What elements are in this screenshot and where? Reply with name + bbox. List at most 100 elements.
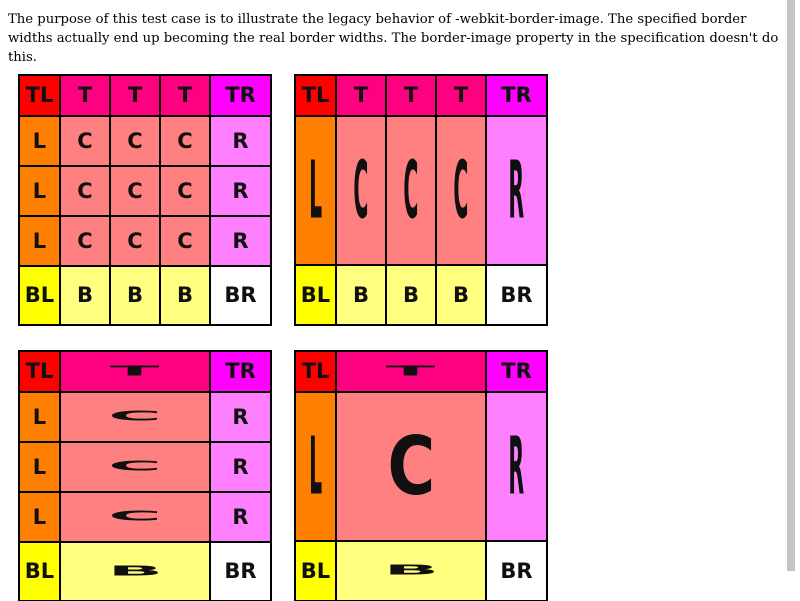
tile-center: C [336, 392, 486, 541]
tile-bottom-right: BR [210, 542, 271, 601]
tile-top-left: TL [19, 351, 60, 392]
tile-bottom-left: BL [295, 265, 336, 325]
tile-label: TR [225, 83, 256, 107]
tile-label: TR [501, 83, 532, 107]
tile-label: T [77, 83, 93, 107]
tile-center: C [160, 216, 210, 266]
tile-label: T [386, 363, 436, 379]
tile-top: T [436, 75, 486, 116]
tile-label: B [126, 283, 143, 307]
tile-label: C [127, 228, 143, 253]
tile-bottom-left: BL [19, 542, 60, 601]
tile-label: T [127, 83, 143, 107]
tile-top: T [386, 75, 436, 116]
tile-label: C [77, 128, 93, 153]
tile-label: L [32, 228, 47, 253]
tile-center: C [386, 116, 436, 265]
tile-label: BR [500, 282, 533, 307]
tile-label: B [352, 282, 369, 307]
tile-label: TL [25, 83, 54, 107]
tile-center: C [160, 116, 210, 166]
tile-label: B [176, 283, 193, 307]
tile-left: L [19, 492, 60, 542]
tile-right: R [210, 392, 271, 442]
tile-center: C [160, 166, 210, 216]
tile-bottom: B [110, 266, 160, 325]
tile-right: R [210, 216, 271, 266]
description-text: The purpose of this test case is to illu… [8, 12, 779, 65]
tile-center: C [436, 116, 486, 265]
tile-bottom: B [160, 266, 210, 325]
tile-right: R [210, 116, 271, 166]
tile-center: C [110, 166, 160, 216]
tile-label: R [508, 144, 525, 237]
tile-top-right: TR [210, 351, 271, 392]
tile-label: L [32, 178, 47, 203]
tile-label: R [232, 454, 249, 479]
tile-label: B [383, 563, 439, 579]
demo-stretch-stretch: TL T TR L C R BL B BR [294, 350, 548, 601]
tile-label: C [108, 509, 162, 525]
tile-left: L [19, 116, 60, 166]
tile-label: R [232, 178, 249, 203]
tile-label: C [127, 178, 143, 203]
tile-left: L [19, 216, 60, 266]
tile-label: L [32, 454, 47, 479]
tile-label: T [110, 363, 160, 379]
tile-label: T [177, 83, 193, 107]
tile-left: L [295, 116, 336, 265]
tile-label: C [77, 228, 93, 253]
tile-label: R [232, 128, 249, 153]
tile-label: BR [224, 283, 257, 307]
tile-label: T [403, 83, 419, 107]
tile-top-right: TR [486, 75, 547, 116]
tile-label: TL [301, 83, 330, 107]
tile-label: C [77, 178, 93, 203]
tile-label: BL [300, 558, 331, 583]
tile-center: C [60, 492, 210, 542]
tile-bottom-right: BR [486, 541, 547, 601]
tile-bottom-right: BR [210, 266, 271, 325]
tile-label: L [308, 144, 322, 237]
tile-bottom-left: BL [19, 266, 60, 325]
tile-label: T [453, 83, 469, 107]
vertical-scrollbar[interactable] [787, 0, 795, 571]
tile-label: TL [25, 359, 54, 383]
tile-center: C [60, 442, 210, 492]
tile-bottom: B [386, 265, 436, 325]
demo-repeat-stretch: TL T T T TR L C C C R BL B B B BR [294, 74, 548, 326]
tile-label: C [403, 144, 419, 237]
demo-repeat-repeat: TL T T T TR L C C C R L C C C R L C C C … [18, 74, 272, 326]
tile-label: C [387, 420, 435, 513]
tile-top: T [60, 351, 210, 392]
tile-center: C [60, 166, 110, 216]
tile-top: T [160, 75, 210, 116]
tile-label: C [353, 144, 369, 237]
tile-label: TR [225, 359, 256, 383]
tile-label: L [308, 420, 322, 513]
tile-label: C [177, 228, 193, 253]
tile-left: L [19, 442, 60, 492]
tile-label: TR [501, 359, 532, 383]
tile-top-left: TL [295, 75, 336, 116]
tile-top-left: TL [295, 351, 336, 392]
tile-label: C [108, 409, 162, 425]
tile-label: TL [301, 359, 330, 383]
tile-right: R [486, 392, 547, 541]
tile-label: B [402, 282, 419, 307]
tile-left: L [295, 392, 336, 541]
tile-center: C [60, 116, 110, 166]
tile-right: R [210, 166, 271, 216]
tile-bottom: B [60, 266, 110, 325]
tile-label: L [32, 404, 47, 429]
tile-label: R [232, 504, 249, 529]
tile-label: C [127, 128, 143, 153]
demo-stretch-repeat: TL T TR L C R L C R L C R BL B BR [18, 350, 272, 601]
tile-label: BL [24, 283, 55, 307]
tile-left: L [19, 392, 60, 442]
tile-bottom-right: BR [486, 265, 547, 325]
tile-bottom: B [336, 265, 386, 325]
tile-label: B [107, 563, 163, 579]
tile-right: R [486, 116, 547, 265]
tile-center: C [60, 216, 110, 266]
